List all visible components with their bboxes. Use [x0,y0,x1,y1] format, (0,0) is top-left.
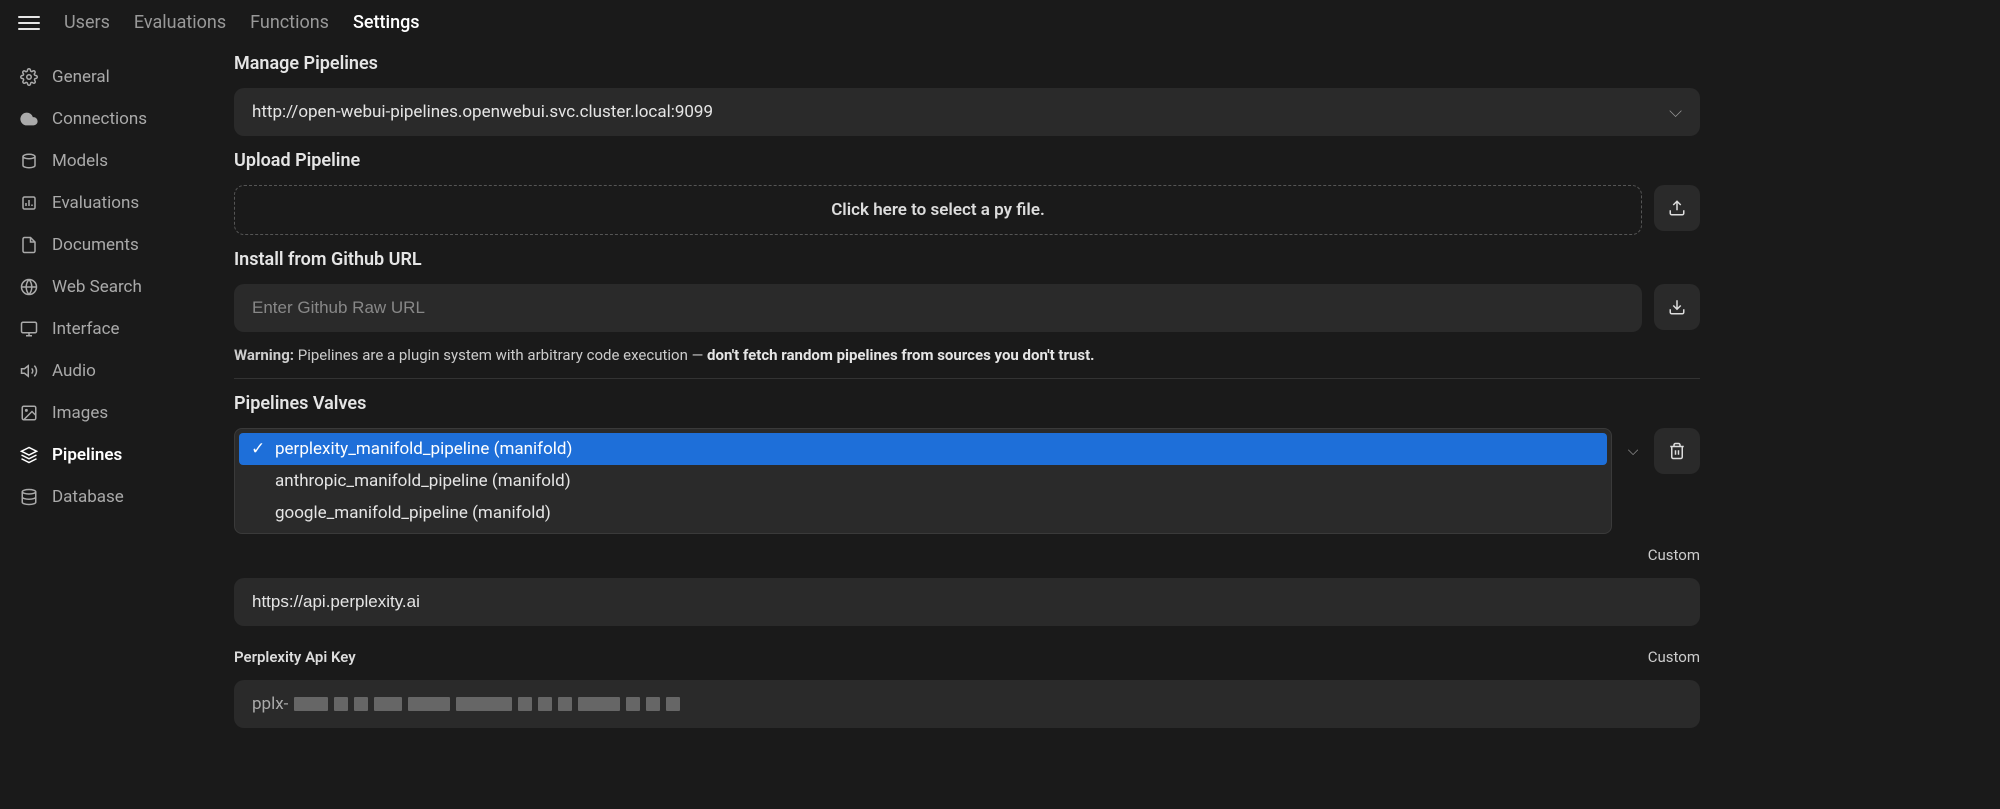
sidebar-item-label: Connections [52,109,147,129]
sidebar-item-pipelines[interactable]: Pipelines [8,435,210,475]
database-icon [20,488,38,506]
pipeline-url-value: http://open-webui-pipelines.openwebui.sv… [252,102,713,122]
custom-tag: Custom [1648,648,1700,666]
gear-icon [20,68,38,86]
upload-button[interactable] [1654,185,1700,231]
valve-option-anthropic[interactable]: anthropic_manifold_pipeline (manifold) [239,465,1607,497]
sidebar-item-label: Documents [52,235,139,255]
sidebar-item-label: Audio [52,361,96,381]
warning-text: Warning: Pipelines are a plugin system w… [234,346,1700,379]
sidebar-item-interface[interactable]: Interface [8,309,210,349]
valve-select-dropdown[interactable]: perplexity_manifold_pipeline (manifold) … [234,428,1612,534]
chart-icon [20,194,38,212]
globe-icon [20,278,38,296]
valve-option-perplexity[interactable]: perplexity_manifold_pipeline (manifold) [239,433,1607,465]
sidebar-item-label: Database [52,487,124,507]
topnav-functions[interactable]: Functions [250,12,329,33]
sidebar-item-documents[interactable]: Documents [8,225,210,265]
delete-valve-button[interactable] [1654,428,1700,474]
sidebar-item-label: Evaluations [52,193,139,213]
sidebar-item-general[interactable]: General [8,57,210,97]
api-key-label: Perplexity Api Key [234,648,356,666]
topnav-settings[interactable]: Settings [353,12,420,33]
manage-pipelines-title: Manage Pipelines [234,53,1700,74]
upload-pipeline-title: Upload Pipeline [234,150,1700,171]
document-icon [20,236,38,254]
sidebar-item-label: Interface [52,319,120,339]
sidebar-item-models[interactable]: Models [8,141,210,181]
api-key-input[interactable]: pplx- [234,680,1700,728]
chevron-down-icon: ⌵ [1669,102,1682,122]
menu-toggle[interactable] [18,16,40,30]
sidebar-item-database[interactable]: Database [8,477,210,517]
install-github-title: Install from Github URL [234,249,1700,270]
trash-icon [1668,442,1686,460]
image-icon [20,404,38,422]
custom-tag: Custom [1648,546,1700,564]
topnav-evaluations[interactable]: Evaluations [134,12,226,33]
sidebar-item-label: Pipelines [52,445,122,465]
sidebar-item-evaluations[interactable]: Evaluations [8,183,210,223]
sidebar-item-label: Web Search [52,277,142,297]
sidebar-item-connections[interactable]: Connections [8,99,210,139]
sidebar: General Connections Models Evaluations D… [0,45,218,809]
sidebar-item-label: General [52,67,110,87]
sidebar-item-label: Models [52,151,108,171]
upload-icon [1668,199,1686,217]
sidebar-item-images[interactable]: Images [8,393,210,433]
github-url-input[interactable] [234,284,1642,332]
speaker-icon [20,362,38,380]
upload-zone[interactable]: Click here to select a py file. [234,185,1642,235]
chevron-down-icon: ⌵ [1624,428,1642,474]
stack-icon [20,152,38,170]
cloud-icon [20,110,38,128]
valve-option-google[interactable]: google_manifold_pipeline (manifold) [239,497,1607,529]
topnav-users[interactable]: Users [64,12,110,33]
pipeline-url-select[interactable]: http://open-webui-pipelines.openwebui.sv… [234,88,1700,136]
sidebar-item-web-search[interactable]: Web Search [8,267,210,307]
layers-icon [20,446,38,464]
monitor-icon [20,320,38,338]
api-key-prefix: pplx- [252,694,288,714]
top-nav: Users Evaluations Functions Settings [64,12,420,33]
download-icon [1668,298,1686,316]
base-url-input[interactable] [234,578,1700,626]
sidebar-item-audio[interactable]: Audio [8,351,210,391]
download-button[interactable] [1654,284,1700,330]
pipelines-valves-title: Pipelines Valves [234,393,1700,414]
sidebar-item-label: Images [52,403,108,423]
